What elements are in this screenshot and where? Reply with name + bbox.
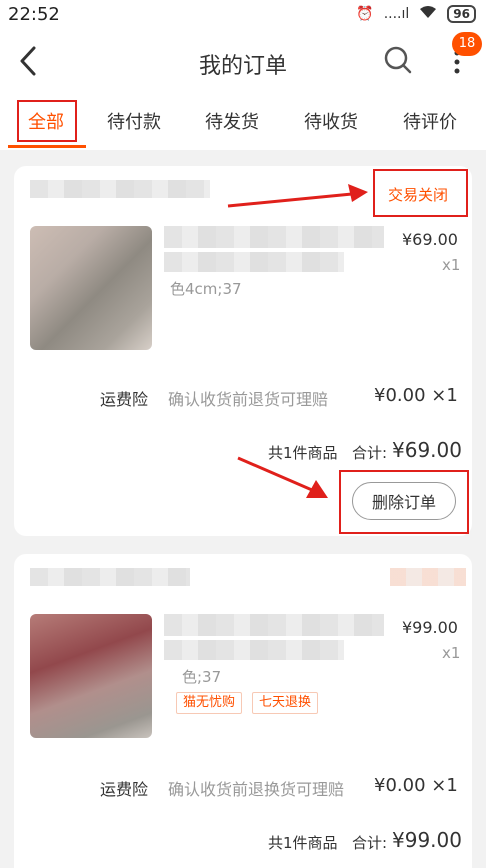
item-count: 共1件商品 [268, 444, 338, 462]
status-icons: ⏰ ....ıl 96 [356, 5, 476, 23]
order-total: ¥69.00 [392, 438, 462, 462]
service-tag: 猫无忧购 [176, 692, 243, 714]
insurance-label: 运费险 [100, 390, 149, 409]
alarm-icon: ⏰ [356, 6, 374, 22]
insurance-price: ¥0.00 ×1 [374, 385, 458, 406]
product-price: ¥99.00 [402, 618, 458, 637]
product-thumbnail[interactable] [30, 614, 152, 738]
product-title-blurred [164, 226, 384, 248]
status-time: 22:52 [8, 4, 60, 25]
order-card: 交易关闭 色4cm;37 ¥69.00 x1 运费险 确认收货前退货可理赔 ¥0… [14, 166, 472, 536]
product-qty: x1 [442, 256, 461, 274]
order-card: 色;37 ¥99.00 x1 猫无忧购 七天退换 运费险 确认收货前退换货可理赔… [14, 554, 472, 868]
insurance-desc: 确认收货前退货可理赔 [168, 390, 329, 409]
product-price: ¥69.00 [402, 230, 458, 249]
order-tabs: 全部 待付款 待发货 待收货 待评价 [0, 92, 486, 150]
wifi-icon [419, 5, 437, 23]
tab-pending-payment[interactable]: 待付款 [107, 108, 161, 134]
order-total: ¥99.00 [392, 828, 462, 852]
signal-icon: ....ıl [383, 6, 410, 22]
search-icon[interactable] [382, 44, 414, 76]
tab-pending-receipt[interactable]: 待收货 [304, 108, 358, 134]
product-title-blurred [164, 614, 384, 636]
product-thumbnail[interactable] [30, 226, 152, 350]
product-qty: x1 [442, 644, 461, 662]
order-status-blurred [390, 568, 466, 586]
tab-pending-shipment[interactable]: 待发货 [205, 108, 259, 134]
status-bar: 22:52 ⏰ ....ıl 96 [0, 0, 486, 30]
insurance-desc: 确认收货前退换货可理赔 [168, 780, 345, 799]
product-spec: 色;37 [182, 668, 222, 686]
shop-name-blurred [30, 180, 210, 198]
total-label: 合计: [352, 444, 388, 462]
tab-pending-review[interactable]: 待评价 [403, 108, 457, 134]
shop-name-blurred [30, 568, 190, 586]
product-title-blurred [164, 252, 344, 272]
insurance-label: 运费险 [100, 780, 149, 799]
product-spec: 色4cm;37 [170, 280, 242, 298]
battery-indicator: 96 [447, 5, 476, 23]
active-tab-indicator [8, 145, 86, 148]
product-title-blurred [164, 640, 344, 660]
total-label: 合计: [352, 834, 388, 852]
item-count: 共1件商品 [268, 834, 338, 852]
nav-bar: 我的订单 18 [0, 30, 486, 92]
order-status: 交易关闭 [388, 186, 449, 204]
delete-order-button[interactable]: 删除订单 [352, 482, 456, 520]
tab-all[interactable]: 全部 [28, 108, 64, 134]
service-tag: 七天退换 [252, 692, 319, 714]
insurance-price: ¥0.00 ×1 [374, 775, 458, 796]
message-count-badge: 18 [452, 32, 482, 56]
